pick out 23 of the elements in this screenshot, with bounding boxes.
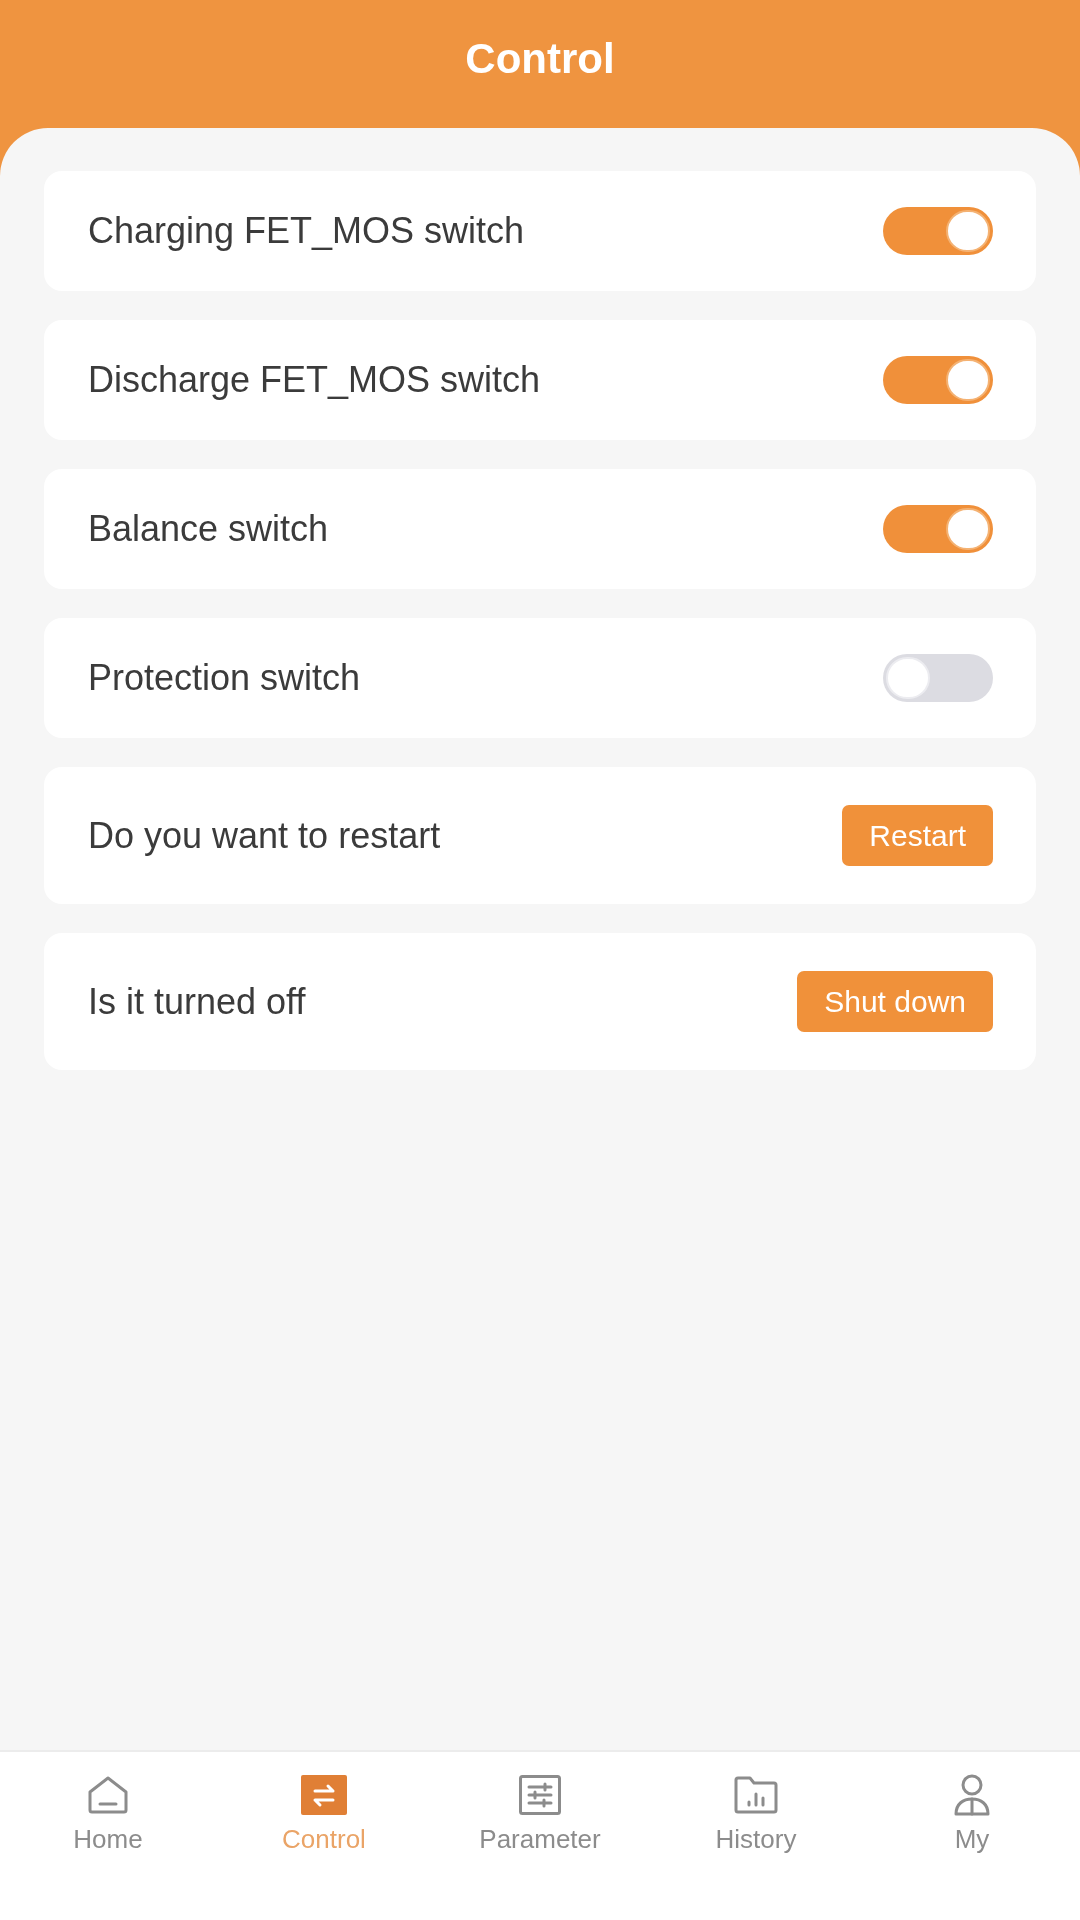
nav-tab[interactable]: History	[648, 1752, 864, 1862]
nav-tab[interactable]: Control	[216, 1752, 432, 1862]
page-title: Control	[465, 34, 615, 84]
action-button[interactable]: Restart	[842, 805, 993, 866]
nav-tab[interactable]: My	[864, 1752, 1080, 1862]
action-button[interactable]: Shut down	[797, 971, 993, 1032]
setting-label: Protection switch	[88, 657, 361, 699]
toggle-switch[interactable]	[883, 356, 993, 404]
nav-tab[interactable]: Parameter	[432, 1752, 648, 1862]
home-icon	[87, 1775, 129, 1815]
setting-label: Charging FET_MOS switch	[88, 210, 525, 252]
sliders-icon	[519, 1775, 561, 1815]
toggle-switch[interactable]	[883, 654, 993, 702]
swap-arrows-icon	[301, 1775, 347, 1815]
setting-label: Discharge FET_MOS switch	[88, 359, 541, 401]
toggle-switch[interactable]	[883, 207, 993, 255]
setting-label: Balance switch	[88, 508, 329, 550]
nav-tab[interactable]: Home	[0, 1752, 216, 1862]
folder-chart-icon	[734, 1776, 778, 1814]
user-icon	[953, 1774, 991, 1816]
setting-label: Do you want to restart	[88, 814, 441, 857]
toggle-switch[interactable]	[883, 505, 993, 553]
setting-label: Is it turned off	[88, 980, 306, 1023]
